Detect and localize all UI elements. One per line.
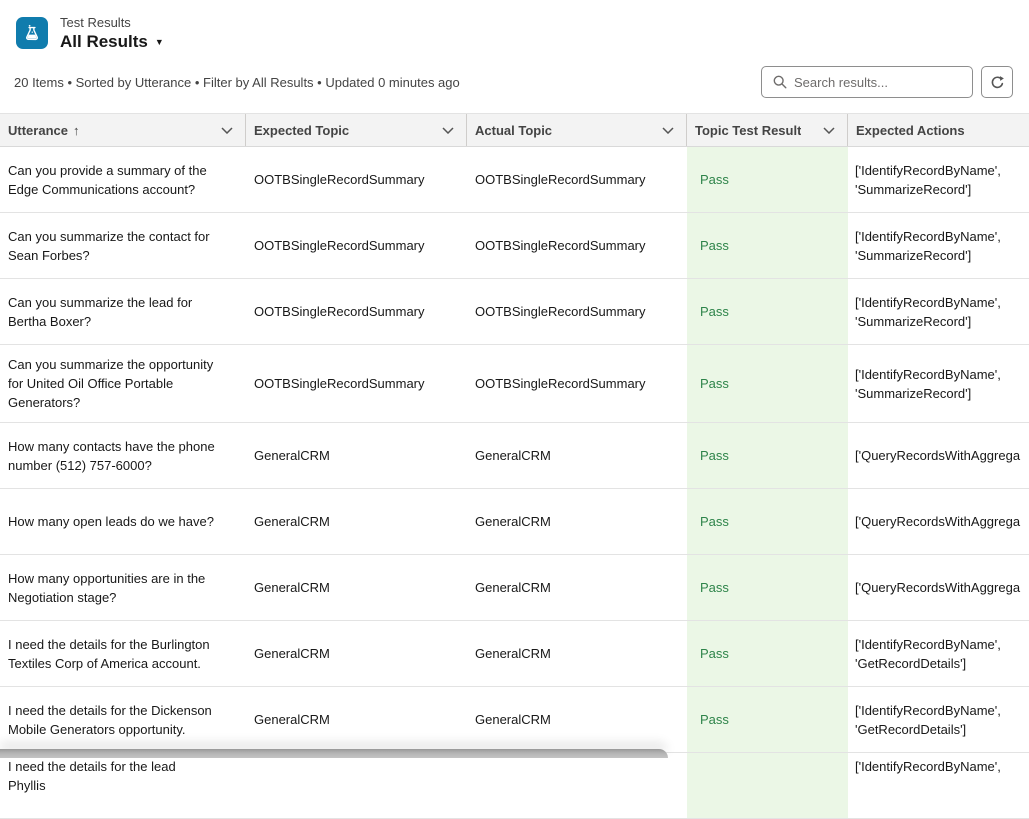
cell-utterance: Can you summarize the opportunity for Un… [0,345,246,422]
list-toolbar: 20 Items • Sorted by Utterance • Filter … [0,58,1029,100]
table-row: How many open leads do we have?GeneralCR… [0,489,1029,555]
column-header-expected-actions[interactable]: Expected Actions [848,114,1029,146]
cell-topic-test-result: Pass [687,687,848,752]
cell-expected-topic: OOTBSingleRecordSummary [246,147,467,212]
search-box [761,66,973,98]
cell-expected-topic: GeneralCRM [246,555,467,620]
cell-topic-test-result: Pass [687,489,848,554]
cell-actual-topic: GeneralCRM [467,423,687,488]
cell-actual-topic: OOTBSingleRecordSummary [467,147,687,212]
cell-utterance: Can you provide a summary of the Edge Co… [0,147,246,212]
table-row: Can you summarize the opportunity for Un… [0,345,1029,423]
cell-actual-topic: GeneralCRM [467,489,687,554]
list-summary: 20 Items • Sorted by Utterance • Filter … [14,75,460,90]
cell-utterance: Can you summarize the contact for Sean F… [0,213,246,278]
cell-actual-topic: GeneralCRM [467,555,687,620]
table-row: I need the details for the lead Phyllis [… [0,753,1029,819]
docked-panel-edge [0,749,668,758]
column-header-topic-test-result[interactable]: Topic Test Result [687,114,848,146]
column-header-expected-topic[interactable]: Expected Topic [246,114,467,146]
table-row: I need the details for the Burlington Te… [0,621,1029,687]
cell-utterance: How many opportunities are in the Negoti… [0,555,246,620]
table-row: How many contacts have the phone number … [0,423,1029,489]
column-label: Expected Actions [856,123,965,138]
cell-expected-actions: ['IdentifyRecordByName', 'SummarizeRecor… [848,279,1029,344]
cell-utterance: Can you summarize the lead for Bertha Bo… [0,279,246,344]
chevron-down-icon[interactable] [660,123,676,138]
table-row: Can you summarize the lead for Bertha Bo… [0,279,1029,345]
cell-actual-topic [467,753,687,818]
column-label: Utterance [8,123,68,138]
column-label: Expected Topic [254,123,349,138]
column-header-actual-topic[interactable]: Actual Topic [467,114,687,146]
cell-topic-test-result: Pass [687,423,848,488]
page-header: Test Results All Results ▼ [0,0,1029,58]
cell-topic-test-result: Pass [687,213,848,278]
cell-utterance: How many contacts have the phone number … [0,423,246,488]
results-table: Utterance ↑ Expected Topic Actual Topic Topi… [0,113,1029,819]
chevron-down-icon[interactable] [821,123,837,138]
cell-utterance: I need the details for the lead Phyllis [0,753,246,818]
cell-actual-topic: OOTBSingleRecordSummary [467,345,687,422]
cell-actual-topic: GeneralCRM [467,621,687,686]
cell-expected-actions: ['IdentifyRecordByName', [848,753,1029,818]
cell-expected-actions: ['QueryRecordsWithAggrega [848,555,1029,620]
object-name: Test Results [60,15,164,31]
triangle-down-icon: ▼ [155,35,164,47]
cell-topic-test-result [687,753,848,818]
cell-expected-topic: GeneralCRM [246,621,467,686]
cell-topic-test-result: Pass [687,279,848,344]
cell-topic-test-result: Pass [687,555,848,620]
column-label: Topic Test Result [695,123,801,138]
refresh-icon [990,75,1005,90]
cell-expected-actions: ['IdentifyRecordByName', 'GetRecordDetai… [848,687,1029,752]
cell-expected-actions: ['IdentifyRecordByName', 'SummarizeRecor… [848,147,1029,212]
refresh-button[interactable] [981,66,1013,98]
arrow-up-icon: ↑ [73,123,80,138]
cell-utterance: I need the details for the Dickenson Mob… [0,687,246,752]
cell-expected-actions: ['IdentifyRecordByName', 'SummarizeRecor… [848,345,1029,422]
list-view-selector[interactable]: All Results ▼ [60,31,164,52]
cell-topic-test-result: Pass [687,345,848,422]
chevron-down-icon[interactable] [440,123,456,138]
cell-topic-test-result: Pass [687,621,848,686]
cell-expected-actions: ['IdentifyRecordByName', 'GetRecordDetai… [848,621,1029,686]
cell-expected-topic: GeneralCRM [246,423,467,488]
page-titles: Test Results All Results ▼ [60,15,164,52]
cell-actual-topic: OOTBSingleRecordSummary [467,279,687,344]
cell-expected-topic: GeneralCRM [246,489,467,554]
search-input[interactable] [794,75,972,90]
cell-expected-actions: ['QueryRecordsWithAggrega [848,423,1029,488]
table-header: Utterance ↑ Expected Topic Actual Topic Topi… [0,113,1029,147]
cell-utterance: How many open leads do we have? [0,489,246,554]
flask-icon [16,17,48,49]
cell-expected-topic: OOTBSingleRecordSummary [246,279,467,344]
column-label: Actual Topic [475,123,552,138]
table-body: Can you provide a summary of the Edge Co… [0,147,1029,819]
cell-actual-topic: GeneralCRM [467,687,687,752]
cell-actual-topic: OOTBSingleRecordSummary [467,213,687,278]
cell-expected-topic: OOTBSingleRecordSummary [246,345,467,422]
toolbar-actions [761,66,1013,98]
search-icon [762,75,794,89]
cell-topic-test-result: Pass [687,147,848,212]
table-row: Can you provide a summary of the Edge Co… [0,147,1029,213]
page-title: All Results [60,31,148,52]
table-row: Can you summarize the contact for Sean F… [0,213,1029,279]
cell-expected-topic [246,753,467,818]
cell-expected-actions: ['IdentifyRecordByName', 'SummarizeRecor… [848,213,1029,278]
chevron-down-icon[interactable] [219,123,235,138]
cell-utterance: I need the details for the Burlington Te… [0,621,246,686]
cell-expected-topic: OOTBSingleRecordSummary [246,213,467,278]
column-header-utterance[interactable]: Utterance ↑ [0,114,246,146]
cell-expected-topic: GeneralCRM [246,687,467,752]
cell-expected-actions: ['QueryRecordsWithAggrega [848,489,1029,554]
table-row: How many opportunities are in the Negoti… [0,555,1029,621]
table-row: I need the details for the Dickenson Mob… [0,687,1029,753]
